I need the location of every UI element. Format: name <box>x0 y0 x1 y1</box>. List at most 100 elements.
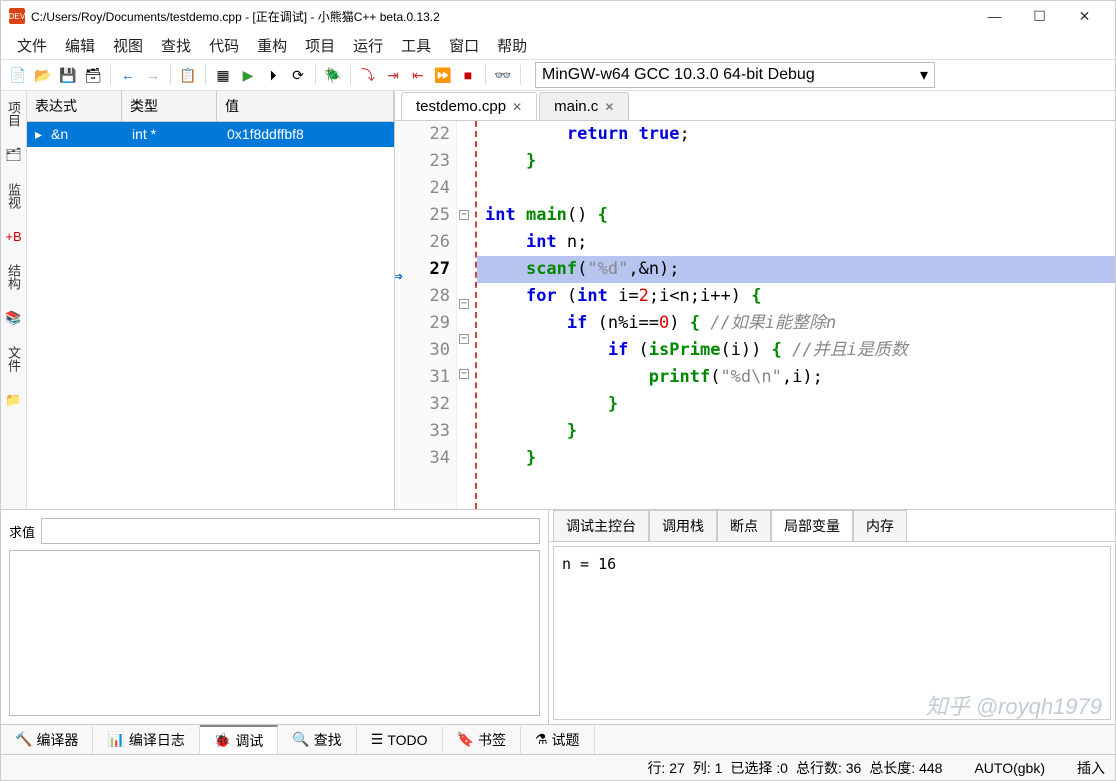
code-line[interactable]: return true; <box>477 121 1115 148</box>
fold-icon[interactable]: − <box>459 299 469 309</box>
code-line[interactable]: if (n%i==0) { //如果i能整除n <box>477 310 1115 337</box>
fold-column[interactable]: − − − − <box>457 121 471 509</box>
fold-icon[interactable]: − <box>459 210 469 220</box>
code-line[interactable]: if (isPrime(i)) { //并且i是质数 <box>477 337 1115 364</box>
watch-row-value: 0x1f8ddffbf8 <box>219 122 394 147</box>
menu-项目[interactable]: 项目 <box>297 32 343 59</box>
maximize-button[interactable]: ☐ <box>1017 2 1062 30</box>
back-icon[interactable]: ← <box>117 64 139 86</box>
step-out-icon[interactable]: ⇤ <box>407 64 429 86</box>
side-tab-folder-icon[interactable]: 🗂 <box>3 141 24 169</box>
code-line[interactable]: for (int i=2;i<n;i++) { <box>477 283 1115 310</box>
watch-row[interactable]: ▸ &n int * 0x1f8ddffbf8 <box>27 122 394 147</box>
compiler-select[interactable]: MinGW-w64 GCC 10.3.0 64-bit Debug ▾ <box>535 62 935 88</box>
debug-tab[interactable]: 局部变量 <box>771 510 853 541</box>
code-line[interactable]: printf("%d\n",i); <box>477 364 1115 391</box>
code-line[interactable]: int main() { <box>477 202 1115 229</box>
status-col: 列: 1 <box>693 758 723 778</box>
bottom-tab[interactable]: 🔨编译器 <box>1 726 93 754</box>
chevron-down-icon: ▾ <box>920 65 928 85</box>
watch-header-type[interactable]: 类型 <box>122 91 217 121</box>
tab-icon: 🔖 <box>457 731 474 748</box>
save-all-icon[interactable]: 🗃 <box>82 64 104 86</box>
bottom-tab[interactable]: ☰TODO <box>357 727 443 752</box>
side-tab-project[interactable]: 项目 <box>2 95 25 133</box>
menu-代码[interactable]: 代码 <box>201 32 247 59</box>
debug-tab[interactable]: 断点 <box>717 510 771 541</box>
editor-tab[interactable]: testdemo.cpp ✕ <box>401 92 537 120</box>
close-icon[interactable]: ✕ <box>512 100 522 114</box>
side-tab-files-icon[interactable]: 📁 <box>3 386 23 414</box>
bottom-tab[interactable]: ⚗试题 <box>521 726 595 754</box>
menu-视图[interactable]: 视图 <box>105 32 151 59</box>
code-line[interactable]: } <box>477 148 1115 175</box>
menu-帮助[interactable]: 帮助 <box>489 32 535 59</box>
side-tab-struct-icon[interactable]: 📚 <box>3 304 23 332</box>
menu-查找[interactable]: 查找 <box>153 32 199 59</box>
side-tab-watch[interactable]: 监视 <box>2 177 25 215</box>
code-area[interactable]: 2223242526⇒2728293031323334 − − − − return … <box>395 121 1115 509</box>
run-icon[interactable]: ▶ <box>237 64 259 86</box>
step-over-icon[interactable]: ⤵ <box>357 64 379 86</box>
fold-icon[interactable]: − <box>459 334 469 344</box>
code-line[interactable] <box>477 175 1115 202</box>
side-tab-breakpoint-icon[interactable]: +B <box>3 223 23 250</box>
minimize-button[interactable]: — <box>972 2 1017 30</box>
menu-窗口[interactable]: 窗口 <box>441 32 487 59</box>
tab-icon: 🔍 <box>292 731 309 748</box>
watch-header-expr[interactable]: 表达式 <box>27 91 122 121</box>
code-line[interactable]: } <box>477 391 1115 418</box>
open-folder-icon[interactable]: 📂 <box>32 64 54 86</box>
compile-run-icon[interactable]: ⏵ <box>262 64 284 86</box>
side-tab-files[interactable]: 文件 <box>2 340 25 378</box>
compile-icon[interactable]: ▦ <box>212 64 234 86</box>
status-line: 行: 27 <box>647 758 684 778</box>
bottom-tab[interactable]: 🐞调试 <box>200 725 278 755</box>
close-button[interactable]: ✕ <box>1062 2 1107 30</box>
window-title: C:/Users/Roy/Documents/testdemo.cpp - [正… <box>31 8 972 25</box>
debug-tab[interactable]: 调用栈 <box>649 510 717 541</box>
save-icon[interactable]: 💾 <box>57 64 79 86</box>
close-icon[interactable]: ✕ <box>604 100 614 114</box>
stop-icon[interactable]: ■ <box>457 64 479 86</box>
code-line[interactable]: scanf("%d",&n); <box>477 256 1115 283</box>
code-line[interactable]: } <box>477 445 1115 472</box>
glasses-icon[interactable]: 👓 <box>492 64 514 86</box>
rebuild-icon[interactable]: ⟳ <box>287 64 309 86</box>
watch-header-value[interactable]: 值 <box>217 91 394 121</box>
bottom-tab[interactable]: 📊编译日志 <box>93 726 199 754</box>
watch-header: 表达式 类型 值 <box>27 91 394 122</box>
bottom-tabs: 🔨编译器📊编译日志🐞调试🔍查找☰TODO🔖书签⚗试题 <box>1 724 1115 754</box>
tab-icon: ☰ <box>371 731 384 748</box>
side-tab-structure[interactable]: 结构 <box>2 258 25 296</box>
paste-icon[interactable]: 📋 <box>177 64 199 86</box>
menu-工具[interactable]: 工具 <box>393 32 439 59</box>
code-lines[interactable]: return true; } int main() { int n; scanf(… <box>477 121 1115 509</box>
debug-icon[interactable]: 🪲 <box>322 64 344 86</box>
new-file-icon[interactable]: 📄 <box>7 64 29 86</box>
bottom-tab[interactable]: 🔍查找 <box>278 726 356 754</box>
menu-文件[interactable]: 文件 <box>9 32 55 59</box>
watch-row-type: int * <box>124 122 219 147</box>
eval-input[interactable] <box>41 518 540 544</box>
forward-icon[interactable]: → <box>142 64 164 86</box>
fold-icon[interactable]: − <box>459 369 469 379</box>
menu-重构[interactable]: 重构 <box>249 32 295 59</box>
line-gutter[interactable]: 2223242526⇒2728293031323334 <box>395 121 457 509</box>
menubar: 文件编辑视图查找代码重构项目运行工具窗口帮助 <box>1 31 1115 59</box>
continue-icon[interactable]: ⏩ <box>432 64 454 86</box>
code-line[interactable]: int n; <box>477 229 1115 256</box>
status-total-lines: 总行数: 36 <box>796 758 861 778</box>
status-insert-mode: 插入 <box>1077 758 1105 778</box>
code-line[interactable]: } <box>477 418 1115 445</box>
tab-icon: ⚗ <box>535 731 548 748</box>
eval-label: 求值 <box>9 522 35 541</box>
editor-tab[interactable]: main.c ✕ <box>539 92 629 120</box>
watermark: 知乎 @royqh1979 <box>926 689 1102 721</box>
bottom-tab[interactable]: 🔖书签 <box>443 726 521 754</box>
menu-运行[interactable]: 运行 <box>345 32 391 59</box>
step-into-icon[interactable]: ⇥ <box>382 64 404 86</box>
debug-tab[interactable]: 内存 <box>853 510 907 541</box>
menu-编辑[interactable]: 编辑 <box>57 32 103 59</box>
debug-tab[interactable]: 调试主控台 <box>553 510 649 541</box>
